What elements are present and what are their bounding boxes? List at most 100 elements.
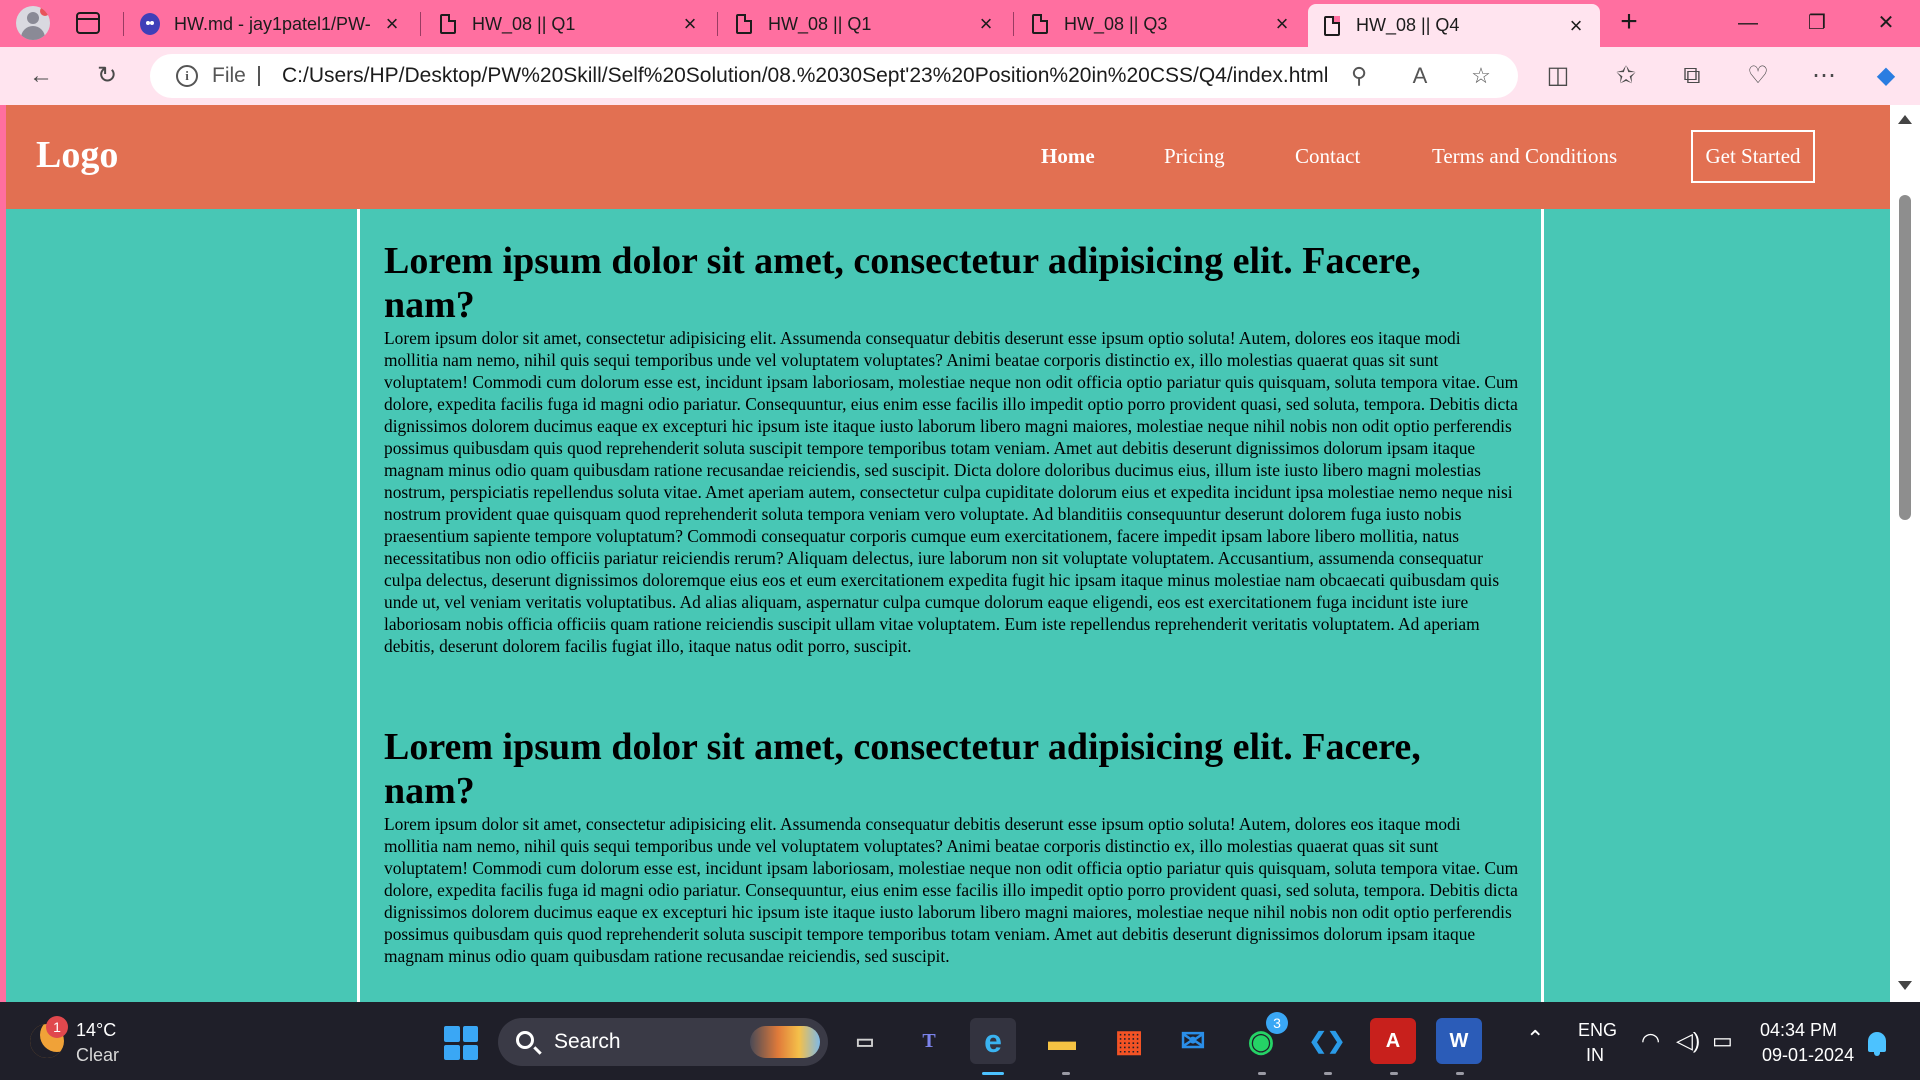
weather-description[interactable]: Clear [76, 1045, 119, 1066]
browser-tab-active[interactable]: HW_08 || Q4 × [1308, 4, 1600, 47]
github-icon [140, 13, 160, 35]
vscode-icon[interactable]: ❮❯ [1304, 1018, 1350, 1064]
search-highlight-image [750, 1026, 820, 1058]
article-body: Lorem ipsum dolor sit amet, consectetur … [384, 814, 1519, 966]
app-indicator [1258, 1072, 1266, 1075]
refresh-icon[interactable]: ↻ [90, 59, 124, 93]
file-icon [438, 13, 458, 35]
browser-tab[interactable]: HW_08 || Q1 × [424, 4, 714, 44]
article-heading: Lorem ipsum dolor sit amet, consectetur … [384, 240, 1421, 326]
microsoft-store-icon[interactable]: ▦ [1106, 1018, 1152, 1064]
main-content: Lorem ipsum dolor sit amet, consectetur … [357, 209, 1544, 1002]
close-window-icon[interactable]: ✕ [1866, 8, 1906, 38]
language-indicator[interactable]: ENG [1578, 1020, 1617, 1041]
app-indicator-active [982, 1072, 1004, 1075]
browser-toolbar: ← ↻ i File C:/Users/HP/Desktop/PW%20Skil… [0, 47, 1920, 105]
battery-icon[interactable]: ▭ [1712, 1028, 1733, 1054]
region-indicator[interactable]: IN [1586, 1045, 1604, 1066]
tab-close-icon[interactable]: × [382, 13, 402, 35]
favorite-star-icon[interactable]: ☆ [1466, 61, 1496, 91]
task-view-icon[interactable]: ▭ [842, 1018, 888, 1064]
nav-link-terms[interactable]: Terms and Conditions [1432, 144, 1617, 169]
tab-close-icon[interactable]: × [680, 13, 700, 35]
article-body: Lorem ipsum dolor sit amet, consectetur … [384, 328, 1519, 656]
notification-bell-icon[interactable] [1868, 1032, 1886, 1056]
search-label: Search [554, 1030, 621, 1053]
nav-link-pricing[interactable]: Pricing [1164, 144, 1225, 169]
teams-icon[interactable]: T [906, 1018, 952, 1064]
more-options-icon[interactable]: ⋯ [1807, 59, 1841, 93]
copilot-icon[interactable]: ◆ [1869, 59, 1903, 93]
new-tab-button[interactable]: + [1614, 7, 1644, 38]
minimize-icon[interactable]: — [1728, 8, 1768, 38]
avatar-status-dot [40, 6, 50, 16]
file-explorer-icon[interactable]: ▬ [1039, 1018, 1085, 1064]
show-hidden-icons-chevron-icon[interactable]: ⌃ [1526, 1026, 1544, 1052]
app-indicator [1062, 1072, 1070, 1075]
whatsapp-icon[interactable]: ◉ 3 [1238, 1012, 1288, 1064]
avatar-head [27, 12, 39, 24]
tab-close-icon[interactable]: × [976, 13, 996, 35]
restore-icon[interactable]: ❐ [1797, 8, 1837, 38]
address-separator [258, 66, 260, 86]
tab-close-icon[interactable]: × [1272, 13, 1292, 35]
file-icon [1030, 13, 1050, 35]
windows-start-icon[interactable] [444, 1026, 478, 1060]
tab-separator [717, 12, 718, 36]
info-icon[interactable]: i [176, 65, 198, 87]
whatsapp-badge: 3 [1266, 1012, 1288, 1034]
article: Lorem ipsum dolor sit amet, consectetur … [384, 239, 1519, 657]
tab-separator [123, 12, 124, 36]
weather-temperature[interactable]: 14°C [76, 1020, 116, 1041]
file-icon [734, 13, 754, 35]
read-aloud-icon[interactable]: A [1405, 61, 1435, 91]
wifi-icon[interactable]: ◠ [1641, 1028, 1660, 1054]
file-icon [1322, 15, 1342, 37]
tab-title: HW_08 || Q1 [472, 13, 576, 34]
get-started-button[interactable]: Get Started [1691, 130, 1815, 183]
nav-link-contact[interactable]: Contact [1295, 144, 1360, 169]
browser-tab[interactable]: HW_08 || Q3 × [1016, 4, 1306, 44]
tab-separator [1013, 12, 1014, 36]
weather-badge: 1 [46, 1016, 68, 1038]
favorites-icon[interactable]: ✩ [1609, 59, 1643, 93]
url-text[interactable]: C:/Users/HP/Desktop/PW%20Skill/Self%20So… [282, 54, 1328, 98]
avatar-body [21, 26, 45, 40]
acrobat-icon[interactable]: A [1370, 1018, 1416, 1064]
nav-link-home[interactable]: Home [1041, 144, 1095, 169]
tab-separator [420, 12, 421, 36]
browser-essentials-icon[interactable]: ♡ [1741, 59, 1775, 93]
tab-title: HW_08 || Q1 [768, 13, 872, 34]
tab-title: HW_08 || Q4 [1356, 15, 1460, 35]
tab-actions-icon[interactable] [76, 12, 100, 34]
volume-icon[interactable]: ◁) [1676, 1028, 1700, 1054]
search-icon [516, 1031, 534, 1049]
scroll-down-icon[interactable] [1898, 981, 1912, 990]
browser-tab[interactable]: HW_08 || Q1 × [720, 4, 1010, 44]
split-screen-icon[interactable]: ◫ [1541, 59, 1575, 93]
tab-title: HW_08 || Q3 [1064, 13, 1168, 34]
mail-icon[interactable]: ✉ [1170, 1018, 1216, 1064]
clock-time[interactable]: 04:34 PM [1760, 1020, 1837, 1041]
browser-tab-strip: HW.md - jay1patel1/PW- × HW_08 || Q1 × H… [0, 0, 1920, 47]
article: Lorem ipsum dolor sit amet, consectetur … [384, 725, 1519, 967]
word-icon[interactable]: W [1436, 1018, 1482, 1064]
app-indicator [1456, 1072, 1464, 1075]
tab-close-icon[interactable]: × [1566, 14, 1586, 36]
app-indicator [1324, 1072, 1332, 1075]
address-bar[interactable]: i File C:/Users/HP/Desktop/PW%20Skill/Se… [150, 54, 1518, 98]
scrollbar-thumb[interactable] [1899, 195, 1911, 520]
browser-tab[interactable]: HW.md - jay1patel1/PW- × [126, 4, 416, 44]
back-icon[interactable]: ← [24, 59, 58, 93]
article-heading: Lorem ipsum dolor sit amet, consectetur … [384, 726, 1421, 812]
edge-icon[interactable]: e [970, 1018, 1016, 1064]
collections-icon[interactable]: ⧉ [1675, 59, 1709, 93]
site-logo[interactable]: Logo [36, 133, 118, 177]
page-scrollbar[interactable] [1890, 105, 1920, 1002]
zoom-icon[interactable]: ⚲ [1344, 61, 1374, 91]
scroll-up-icon[interactable] [1898, 115, 1912, 124]
clock-date[interactable]: 09-01-2024 [1762, 1045, 1854, 1066]
taskbar-search[interactable]: Search [498, 1018, 828, 1066]
profile-avatar[interactable] [16, 6, 50, 40]
site-navbar: Logo Home Pricing Contact Terms and Cond… [6, 105, 1890, 209]
